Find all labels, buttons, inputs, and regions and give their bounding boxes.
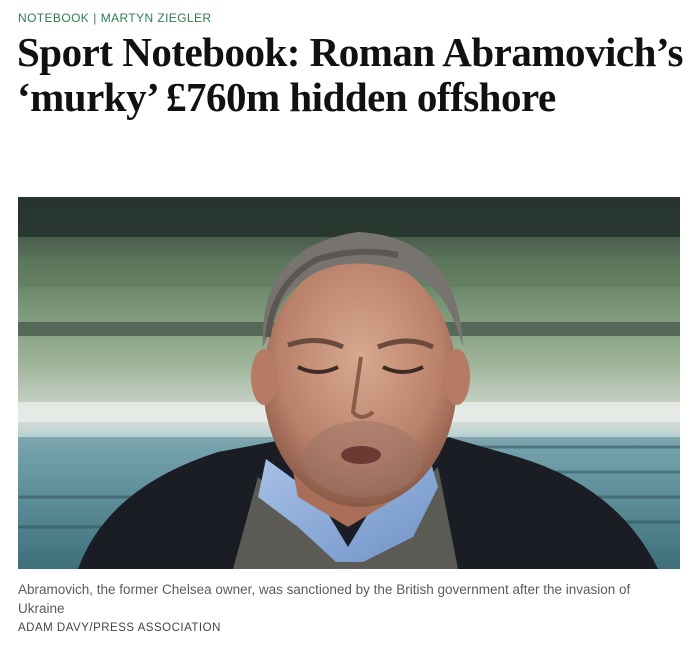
photo-credit: ADAM DAVY/PRESS ASSOCIATION (18, 622, 221, 634)
article-kicker: NOTEBOOK | MARTYN ZIEGLER (18, 11, 211, 25)
article-headline: Sport Notebook: Roman Abramovich’s ‘murk… (17, 29, 683, 120)
section-link[interactable]: NOTEBOOK (18, 11, 89, 25)
photo-illustration (18, 197, 680, 569)
author-link[interactable]: MARTYN ZIEGLER (101, 11, 212, 25)
photo-caption: Abramovich, the former Chelsea owner, wa… (18, 582, 631, 616)
article-photo (18, 197, 680, 569)
kicker-separator: | (93, 11, 97, 25)
